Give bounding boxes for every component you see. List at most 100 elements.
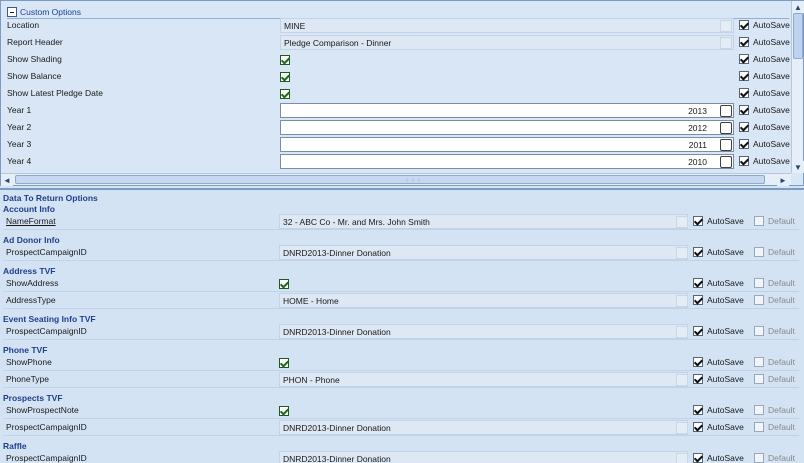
autosave-toggle[interactable]: AutoSave: [739, 20, 790, 30]
default-toggle[interactable]: Default: [754, 278, 795, 288]
autosave-checkbox-icon[interactable]: [693, 453, 703, 463]
lookup-button[interactable]: [720, 105, 732, 117]
autosave-toggle[interactable]: AutoSave: [693, 374, 744, 384]
lookup-button[interactable]: [676, 216, 688, 228]
default-checkbox-icon[interactable]: [754, 374, 764, 384]
default-checkbox-icon[interactable]: [754, 278, 764, 288]
return-value-prospectcampaignid[interactable]: DNRD2013-Dinner Donation: [279, 451, 688, 463]
autosave-checkbox-icon[interactable]: [739, 88, 749, 98]
autosave-checkbox-icon[interactable]: [693, 374, 703, 384]
autosave-toggle[interactable]: AutoSave: [693, 422, 744, 432]
option-checkbox-show-latest-pledge-date[interactable]: [280, 88, 290, 99]
default-toggle[interactable]: Default: [754, 453, 795, 463]
return-checkbox-showphone[interactable]: [279, 357, 289, 368]
lookup-button[interactable]: [676, 247, 688, 259]
default-checkbox-icon[interactable]: [754, 216, 764, 226]
autosave-toggle[interactable]: AutoSave: [693, 326, 744, 336]
default-checkbox-icon[interactable]: [754, 453, 764, 463]
option-value-year-1[interactable]: 2013: [280, 103, 734, 118]
autosave-checkbox-icon[interactable]: [739, 71, 749, 81]
autosave-toggle[interactable]: AutoSave: [693, 405, 744, 415]
lookup-button[interactable]: [676, 326, 688, 338]
autosave-toggle[interactable]: AutoSave: [693, 216, 744, 226]
checkbox-icon[interactable]: [280, 88, 290, 99]
option-value-location[interactable]: MINE: [280, 18, 734, 33]
option-value-year-4[interactable]: 2010: [280, 154, 734, 169]
autosave-toggle[interactable]: AutoSave: [739, 105, 790, 115]
default-checkbox-icon[interactable]: [754, 422, 764, 432]
return-value-phonetype[interactable]: PHON - Phone: [279, 372, 688, 387]
autosave-checkbox-icon[interactable]: [739, 122, 749, 132]
autosave-toggle[interactable]: AutoSave: [739, 37, 790, 47]
return-value-prospectcampaignid[interactable]: DNRD2013-Dinner Donation: [279, 420, 688, 435]
checkbox-icon[interactable]: [279, 405, 289, 416]
return-checkbox-showaddress[interactable]: [279, 278, 289, 289]
autosave-checkbox-icon[interactable]: [693, 326, 703, 336]
autosave-toggle[interactable]: AutoSave: [693, 357, 744, 367]
autosave-checkbox-icon[interactable]: [739, 54, 749, 64]
return-value-nameformat[interactable]: 32 - ABC Co - Mr. and Mrs. John Smith: [279, 214, 688, 229]
lookup-button[interactable]: [720, 37, 732, 49]
lookup-button[interactable]: [720, 156, 732, 168]
default-toggle[interactable]: Default: [754, 326, 795, 336]
checkbox-icon[interactable]: [279, 278, 289, 289]
autosave-checkbox-icon[interactable]: [739, 105, 749, 115]
default-checkbox-icon[interactable]: [754, 357, 764, 367]
autosave-toggle[interactable]: AutoSave: [693, 278, 744, 288]
checkbox-icon[interactable]: [279, 357, 289, 368]
lookup-button[interactable]: [720, 139, 732, 151]
option-checkbox-show-shading[interactable]: [280, 54, 290, 65]
option-value-year-3[interactable]: 2011: [280, 137, 734, 152]
default-toggle[interactable]: Default: [754, 374, 795, 384]
default-toggle[interactable]: Default: [754, 247, 795, 257]
autosave-checkbox-icon[interactable]: [739, 20, 749, 30]
autosave-checkbox-icon[interactable]: [739, 139, 749, 149]
option-value-report-header[interactable]: Pledge Comparison - Dinner: [280, 35, 734, 50]
lookup-button[interactable]: [720, 20, 732, 32]
default-checkbox-icon[interactable]: [754, 405, 764, 415]
autosave-toggle[interactable]: AutoSave: [739, 156, 790, 166]
option-value-year-2[interactable]: 2012: [280, 120, 734, 135]
default-toggle[interactable]: Default: [754, 422, 795, 432]
autosave-toggle[interactable]: AutoSave: [739, 122, 790, 132]
vertical-scrollbar[interactable]: ▲ ▼: [791, 1, 804, 173]
scroll-right-icon[interactable]: ►: [777, 174, 789, 186]
collapse-icon[interactable]: [7, 7, 17, 17]
lookup-button[interactable]: [676, 295, 688, 307]
default-toggle[interactable]: Default: [754, 295, 795, 305]
autosave-checkbox-icon[interactable]: [693, 357, 703, 367]
return-checkbox-showprospectnote[interactable]: [279, 405, 289, 416]
return-value-prospectcampaignid[interactable]: DNRD2013-Dinner Donation: [279, 245, 688, 260]
autosave-checkbox-icon[interactable]: [693, 216, 703, 226]
scroll-left-icon[interactable]: ◄: [1, 174, 13, 186]
lookup-button[interactable]: [720, 122, 732, 134]
autosave-checkbox-icon[interactable]: [693, 422, 703, 432]
default-toggle[interactable]: Default: [754, 216, 795, 226]
default-toggle[interactable]: Default: [754, 405, 795, 415]
default-toggle[interactable]: Default: [754, 357, 795, 367]
autosave-toggle[interactable]: AutoSave: [693, 295, 744, 305]
lookup-button[interactable]: [676, 422, 688, 434]
scroll-down-icon[interactable]: ▼: [792, 161, 804, 173]
default-checkbox-icon[interactable]: [754, 247, 764, 257]
return-value-addresstype[interactable]: HOME - Home: [279, 293, 688, 308]
option-checkbox-show-balance[interactable]: [280, 71, 290, 82]
return-value-prospectcampaignid[interactable]: DNRD2013-Dinner Donation: [279, 324, 688, 339]
autosave-checkbox-icon[interactable]: [739, 37, 749, 47]
autosave-checkbox-icon[interactable]: [693, 278, 703, 288]
default-checkbox-icon[interactable]: [754, 326, 764, 336]
autosave-checkbox-icon[interactable]: [693, 295, 703, 305]
autosave-checkbox-icon[interactable]: [693, 247, 703, 257]
autosave-toggle[interactable]: AutoSave: [739, 139, 790, 149]
autosave-toggle[interactable]: AutoSave: [693, 247, 744, 257]
default-checkbox-icon[interactable]: [754, 295, 764, 305]
checkbox-icon[interactable]: [280, 54, 290, 65]
lookup-button[interactable]: [676, 453, 688, 463]
scroll-up-icon[interactable]: ▲: [792, 1, 804, 13]
autosave-toggle[interactable]: AutoSave: [739, 88, 790, 98]
autosave-checkbox-icon[interactable]: [739, 156, 749, 166]
vertical-scroll-thumb[interactable]: [793, 13, 803, 59]
autosave-toggle[interactable]: AutoSave: [739, 54, 790, 64]
autosave-toggle[interactable]: AutoSave: [693, 453, 744, 463]
autosave-checkbox-icon[interactable]: [693, 405, 703, 415]
